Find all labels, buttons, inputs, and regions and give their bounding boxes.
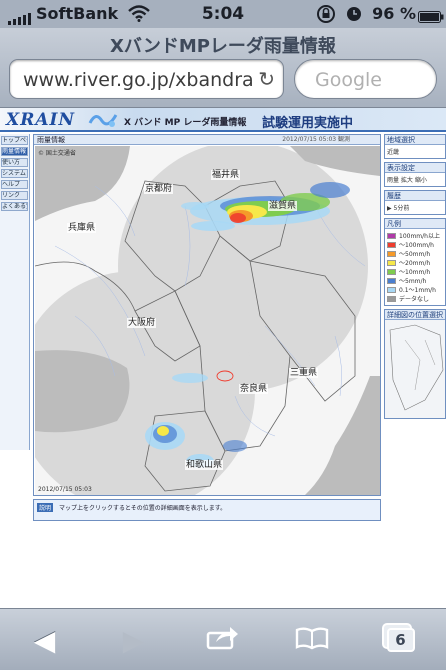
logo-swirl-icon [88,111,118,133]
history-title: 履歴 [385,191,445,201]
legend-item: 100mm/h以上 [387,231,443,240]
legend-label: ～100mm/h [399,242,434,249]
nav-item[interactable]: システム [1,169,28,178]
url-text: www.river.go.jp/xbandra [23,69,254,91]
search-placeholder: Google [315,69,383,91]
share-button[interactable] [178,609,267,671]
legend-item: ～50mm/h [387,249,443,258]
nav-item[interactable]: 使い方 [1,158,28,167]
legend-swatch [387,232,396,239]
history-section: 履歴 ▶ 5分前 [384,190,446,215]
nav-item[interactable]: よくある質問 [1,202,28,211]
tab-count: 6 [395,631,406,649]
back-arrow-icon: ◀ [33,623,56,657]
nav-item[interactable]: トップページ [1,136,28,145]
display-settings-title: 表示設定 [385,163,445,173]
rain-map-panel: 雨量情報 2012/07/15 05:03 観測 © 国土交通省 福井県 京都府… [33,134,381,496]
map-copyright: © 国土交通省 [38,150,76,157]
reload-icon[interactable]: ↻ [254,67,275,91]
mini-map[interactable] [385,320,445,418]
forward-button[interactable]: ▶ [89,609,178,671]
map-label-shiga: 滋賀県 [268,201,298,211]
map-label-hyogo: 兵庫県 [67,223,97,233]
page-title: XバンドMPレーダ雨量情報 [110,36,336,57]
map-label-wakayama: 和歌山県 [185,460,224,470]
area-select-title: 地域選択 [385,135,445,145]
map-label-mie: 三重県 [289,368,319,378]
legend-swatch [387,286,396,293]
site-subtitle: X バンド MP レーダ雨量情報 [124,118,247,128]
legend-swatch [387,241,396,248]
share-icon [206,624,240,657]
legend-label: ～10mm/h [399,269,431,276]
battery-percent: 96 % [372,4,416,23]
status-bar: SoftBank 5:04 96 % [0,0,446,28]
history-controls[interactable]: ▶ 5分前 [385,201,445,214]
legend-title: 凡例 [385,219,445,229]
legend-list: 100mm/h以上 ～100mm/h ～50mm/h ～20mm/h ～10mm/h ～5… [385,229,445,305]
legend-label: ～20mm/h [399,260,431,267]
area-select-section: 地域選択 近畿 [384,134,446,159]
rotation-lock-icon [316,5,336,27]
map-panel-title: 雨量情報 [37,136,65,144]
hint-tag: 説明 [37,503,54,512]
legend-swatch [387,295,396,302]
legend-label: ～50mm/h [399,251,431,258]
map-label-kyoto: 京都府 [144,184,174,194]
display-settings-section: 表示設定 雨量 拡大 縮小 [384,162,446,187]
nav-item[interactable]: ヘルプ [1,180,28,189]
back-button[interactable]: ◀ [0,609,89,671]
legend-swatch [387,259,396,266]
map-canvas[interactable] [35,146,380,495]
map-label-nara: 奈良県 [239,384,269,394]
trial-notice: 試験運用実施中 [262,116,354,131]
browser-toolbar: ◀ ▶ 6 [0,608,446,670]
legend-label: 100mm/h以上 [399,233,440,240]
map-panel-header: 雨量情報 2012/07/15 05:03 観測 [34,135,380,145]
map-label-osaka: 大阪府 [127,318,157,328]
nav-item[interactable]: リンク [1,191,28,200]
legend-item: 0.1～1mm/h [387,285,443,294]
bookmarks-button[interactable] [267,609,356,671]
legend-swatch [387,277,396,284]
legend-item: ～5mm/h [387,276,443,285]
url-field[interactable]: www.river.go.jp/xbandra ↻ [9,59,284,99]
rainfall-map[interactable]: © 国土交通省 福井県 京都府 滋賀県 兵庫県 大阪府 三重県 奈良県 和歌山県… [35,146,380,495]
detail-position-section: 詳細図の位置選択 [384,309,446,419]
battery-icon [418,8,444,27]
hint-text: マップ上をクリックするとその位置の詳細画面を表示します。 [58,505,227,512]
legend-item: ～10mm/h [387,267,443,276]
nav-item-active[interactable]: 雨量情報 [1,147,28,156]
left-navigation: トップページ 雨量情報 使い方 システム ヘルプ リンク よくある質問 [0,134,30,450]
legend-swatch [387,250,396,257]
map-timestamp: 2012/07/15 05:03 観測 [282,136,350,143]
legend-section: 凡例 100mm/h以上 ～100mm/h ～50mm/h ～20mm/h ～10mm/… [384,218,446,306]
bookmarks-icon [295,624,329,657]
legend-item: ～20mm/h [387,258,443,267]
legend-item: データなし [387,294,443,303]
map-hint: 説明 マップ上をクリックするとその位置の詳細画面を表示します。 [33,499,381,521]
forward-arrow-icon: ▶ [122,623,145,657]
alarm-icon [346,6,362,26]
map-bottom-timestamp: 2012/07/15 05:03 [38,486,92,493]
web-content: XRAIN X バンド MP レーダ雨量情報 試験運用実施中 トップページ 雨量… [0,108,446,608]
search-field[interactable]: Google [294,59,437,99]
site-banner: XRAIN X バンド MP レーダ雨量情報 試験運用実施中 [0,108,446,132]
tabs-button[interactable]: 6 [356,609,445,671]
tabs-icon: 6 [386,628,415,652]
map-label-fukui: 福井県 [211,170,241,180]
browser-nav-bar: XバンドMPレーダ雨量情報 www.river.go.jp/xbandra ↻ … [0,28,446,108]
display-settings-buttons[interactable]: 雨量 拡大 縮小 [385,173,445,186]
legend-item: ～100mm/h [387,240,443,249]
detail-position-title: 詳細図の位置選択 [385,310,445,320]
right-sidebar: 地域選択 近畿 表示設定 雨量 拡大 縮小 履歴 ▶ 5分前 凡例 100mm/… [384,134,446,464]
site-logo[interactable]: XRAIN [6,110,75,130]
legend-label: ～5mm/h [399,278,427,285]
legend-swatch [387,268,396,275]
legend-label: 0.1～1mm/h [399,287,436,294]
legend-label: データなし [399,296,430,303]
area-select-dropdown[interactable]: 近畿 [385,145,445,158]
